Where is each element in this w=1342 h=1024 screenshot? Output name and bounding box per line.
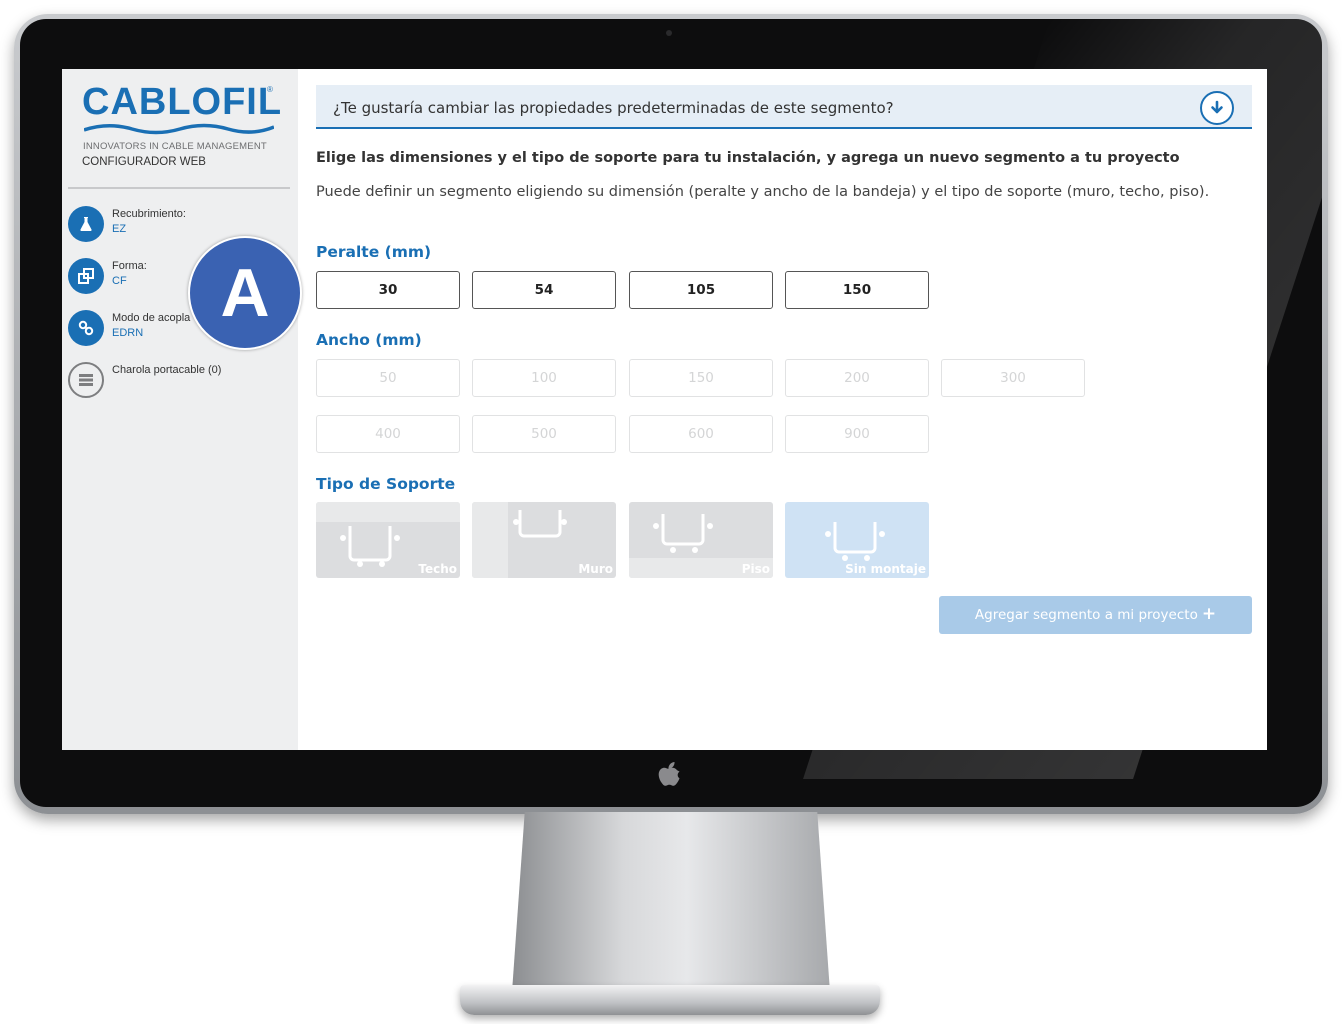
tray-floor-icon (653, 514, 713, 553)
support-label: Techo (418, 562, 457, 576)
registered-mark: ® (267, 85, 273, 94)
ancho-option[interactable]: 900 (785, 415, 929, 453)
support-option-piso[interactable]: Piso (629, 502, 773, 578)
ancho-option[interactable]: 150 (629, 359, 773, 397)
tray-wall-icon (513, 510, 567, 538)
sidebar-item-label: Modo de acopla (112, 312, 191, 324)
ancho-option[interactable]: 600 (629, 415, 773, 453)
ancho-option[interactable]: 500 (472, 415, 616, 453)
link-icon (68, 310, 104, 346)
add-segment-label: Agregar segmento a mi proyecto (974, 607, 1198, 623)
wall-texture (472, 502, 508, 578)
apple-logo-icon (656, 762, 684, 792)
support-label: Piso (741, 562, 770, 576)
support-option-muro[interactable]: Muro (472, 502, 616, 578)
main-content: ¿Te gustaría cambiar las propiedades pre… (298, 69, 1267, 750)
sidebar-item-charola[interactable]: Charola portacable (0) (68, 362, 292, 402)
brand-logo[interactable]: CABLOFIL (82, 81, 282, 124)
ceiling-texture (316, 502, 460, 522)
shapes-icon (68, 258, 104, 294)
brand-tagline: INNOVATORS IN CABLE MANAGEMENT (83, 141, 267, 152)
sidebar-item-label: Recubrimiento: (112, 208, 186, 220)
banner-text: ¿Te gustaría cambiar las propiedades pre… (333, 99, 894, 117)
soporte-title: Tipo de Soporte (316, 475, 456, 493)
support-label: Muro (578, 562, 613, 576)
camera-icon (666, 30, 672, 36)
tray-icon (68, 362, 104, 398)
app-screen: CABLOFIL ® INNOVATORS IN CABLE MANAGEMEN… (62, 69, 1267, 750)
flask-icon (68, 206, 104, 242)
arrow-down-circle-icon[interactable] (1200, 91, 1234, 125)
plus-icon: + (1201, 603, 1217, 624)
peralte-title: Peralte (mm) (316, 243, 432, 261)
sidebar-item-value: CF (112, 275, 127, 287)
sidebar-divider (68, 187, 290, 189)
intro-text: Puede definir un segmento eligiendo su d… (316, 184, 1210, 200)
tray-no-mount-icon (825, 522, 885, 561)
monitor-stand-base (460, 985, 880, 1015)
peralte-option[interactable]: 150 (785, 271, 929, 309)
properties-banner[interactable]: ¿Te gustaría cambiar las propiedades pre… (316, 85, 1252, 129)
peralte-option[interactable]: 30 (316, 271, 460, 309)
page-headline: Elige las dimensiones y el tipo de sopor… (316, 150, 1180, 166)
sidebar-item-value: EDRN (112, 327, 144, 339)
app-subtitle: CONFIGURADOR WEB (82, 156, 206, 168)
peralte-option[interactable]: 105 (629, 271, 773, 309)
ancho-option[interactable]: 400 (316, 415, 460, 453)
ancho-option[interactable]: 100 (472, 359, 616, 397)
ancho-option[interactable]: 300 (941, 359, 1085, 397)
sidebar-item-label: Charola portacable (0) (112, 364, 222, 376)
add-segment-button[interactable]: Agregar segmento a mi proyecto + (939, 596, 1252, 634)
sidebar-item-value: EZ (112, 223, 127, 235)
logo-wave-icon (84, 123, 274, 135)
peralte-option[interactable]: 54 (472, 271, 616, 309)
sidebar-item-label: Forma: (112, 260, 147, 272)
ancho-title: Ancho (mm) (316, 331, 422, 349)
ancho-option[interactable]: 50 (316, 359, 460, 397)
support-option-techo[interactable]: Techo (316, 502, 460, 578)
tray-ceiling-icon (340, 526, 400, 567)
sidebar: CABLOFIL ® INNOVATORS IN CABLE MANAGEMEN… (62, 69, 298, 750)
support-option-sin-montaje[interactable]: Sin montaje (785, 502, 929, 578)
support-label: Sin montaje (845, 562, 926, 576)
annotation-callout: A (188, 236, 302, 350)
ancho-option[interactable]: 200 (785, 359, 929, 397)
monitor-stand (512, 812, 830, 992)
